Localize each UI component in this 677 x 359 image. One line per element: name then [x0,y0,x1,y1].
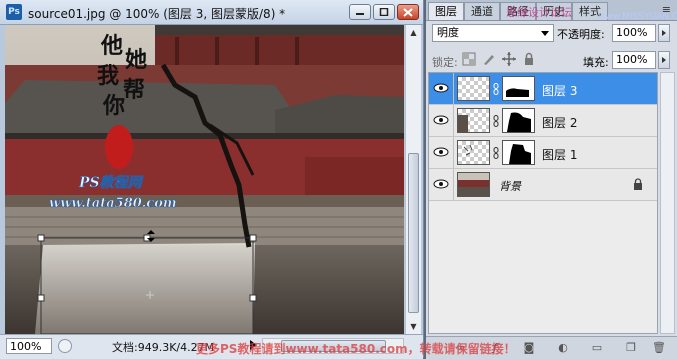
layer-mask-thumbnail[interactable] [502,76,535,101]
canvas-site-name: PS教程网 [78,174,144,191]
layer-name[interactable]: 图层 3 [542,82,577,99]
mask-link-chain-icon[interactable] [493,115,499,127]
layer-row-1[interactable]: 图层 1 [429,137,657,169]
layer-divider [453,137,454,168]
new-group-icon[interactable]: ▭ [590,341,604,355]
layer-row-3[interactable]: 图层 3 [429,73,657,105]
photoshop-app-icon: Ps [6,4,22,20]
canvas-image: 他 她 我 帮 你 PS教程网 www.tata580.com [5,25,404,334]
blend-mode-select[interactable]: 明度 [432,24,554,42]
layer-row-2[interactable]: 图层 2 [429,105,657,137]
maximize-icon [379,8,389,16]
layer-name[interactable]: 背景 [499,178,521,194]
add-mask-icon[interactable]: ◙ [522,341,536,355]
layer-name[interactable]: 图层 2 [542,114,577,131]
layer-thumbnail[interactable] [457,108,490,133]
fill-input[interactable]: 100% [612,51,656,69]
dropdown-arrow-icon [541,31,549,36]
layers-list: 图层 3 图层 2 图层 1 背景 [428,72,658,334]
vertical-scrollbar[interactable]: ▲ ▼ [405,25,421,334]
watermark-top-url: www.MISSYUAN.COM [598,12,677,22]
canvas-url: www.tata580.com [49,196,177,211]
calligraphy-char: 他 [100,33,123,59]
opacity-label: 不透明度: [557,28,605,41]
status-info-icon[interactable] [58,339,72,353]
document-window: Ps source01.jpg @ 100% (图层 3, 图层蒙版/8) * [0,0,424,359]
minimize-icon [356,13,364,15]
layer-mask-thumbnail[interactable] [502,108,535,133]
layer-divider [453,105,454,136]
fill-label: 填充: [583,56,609,69]
mask-link-chain-icon[interactable] [493,83,499,95]
layers-panel: 图层 通道 路径 历史 样式 ≡ 明度 不透明度: 100% 锁定: 填充: 1… [424,0,677,359]
calligraphy-char: 我 [97,63,119,89]
opacity-input[interactable]: 100% [612,24,656,42]
delete-layer-icon[interactable]: 🗑 [652,341,666,355]
watermark-top: 思缘设计论坛 [506,6,572,19]
adjustment-layer-icon[interactable]: ◐ [556,341,570,355]
layer-thumbnail[interactable] [457,76,490,101]
lock-all-icon[interactable] [522,52,536,66]
opacity-slider-toggle-icon[interactable] [658,24,670,42]
tab-layers[interactable]: 图层 [428,2,464,20]
minimize-button[interactable] [349,4,371,20]
calligraphy-char: 帮 [123,77,145,103]
zoom-level-input[interactable]: 100% [6,338,52,354]
maximize-button[interactable] [373,4,395,20]
visibility-eye-icon[interactable] [433,82,449,94]
layer-divider [453,73,454,104]
watermark-bottom: 更多PS教程请到www.tata580.com，转载请保留链接！ [196,342,516,356]
mask-link-chain-icon[interactable] [493,147,499,159]
scroll-down-icon[interactable]: ▼ [406,319,421,334]
image-canvas[interactable]: 他 她 我 帮 你 PS教程网 www.tata580.com [5,25,404,334]
lock-position-icon[interactable] [502,52,516,66]
blend-mode-value: 明度 [437,26,459,39]
close-button[interactable] [397,4,419,20]
fill-slider-toggle-icon[interactable] [658,51,670,69]
red-seal-stamp [105,125,133,169]
layer-row-background[interactable]: 背景 [429,169,657,201]
layer-name[interactable]: 图层 1 [542,146,577,163]
visibility-eye-icon[interactable] [433,146,449,158]
visibility-eye-icon[interactable] [433,178,449,190]
lock-label: 锁定: [432,56,458,69]
vertical-scroll-thumb[interactable] [408,153,419,313]
layer-divider [453,169,454,200]
close-icon [403,8,413,17]
lock-transparent-pixels-icon[interactable] [462,52,476,66]
lock-image-pixels-icon[interactable] [482,52,496,66]
visibility-eye-icon[interactable] [433,114,449,126]
layer-mask-thumbnail[interactable] [502,140,535,165]
calligraphy-char: 她 [125,47,147,73]
scroll-up-icon[interactable]: ▲ [406,25,421,40]
document-title-bar[interactable]: Ps source01.jpg @ 100% (图层 3, 图层蒙版/8) * [0,0,423,25]
layer-thumbnail[interactable] [457,172,490,197]
document-title: source01.jpg @ 100% (图层 3, 图层蒙版/8) * [28,7,286,21]
layer-lock-icon [634,178,642,190]
new-layer-icon[interactable]: ❐ [624,341,638,355]
tab-channels[interactable]: 通道 [464,2,500,20]
layer-thumbnail[interactable] [457,140,490,165]
layers-scrollbar[interactable] [660,72,675,334]
calligraphy-char: 你 [102,93,125,119]
